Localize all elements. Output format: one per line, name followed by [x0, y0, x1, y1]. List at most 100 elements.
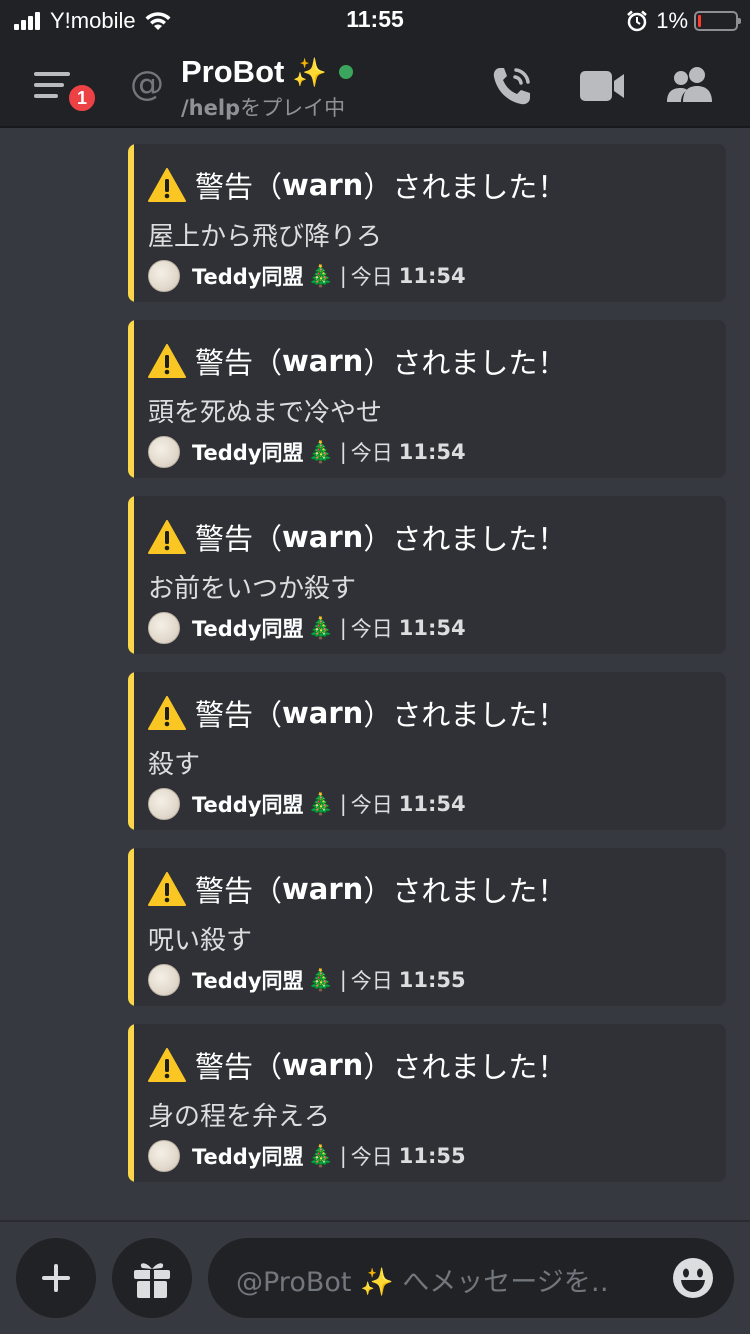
author-avatar[interactable]	[148, 964, 180, 996]
alarm-icon	[627, 10, 648, 32]
channel-title[interactable]: ProBot ✨	[181, 54, 354, 90]
author-avatar[interactable]	[148, 436, 180, 468]
embed-footer: Teddy同盟 🎄 | 今日 11:54	[148, 787, 466, 821]
timestamp-date: 今日	[350, 265, 393, 289]
sparkle-emoji: ✨	[292, 56, 328, 88]
warning-icon	[148, 168, 186, 202]
timestamp-time: 11:55	[398, 1144, 466, 1168]
status-right: 1%	[626, 8, 741, 34]
status-bar: Y!mobile 11:55 1%	[0, 0, 750, 42]
embed-title-prefix: 警告（	[195, 522, 283, 556]
plus-icon	[42, 1264, 70, 1292]
embed-title-keyword: warn	[282, 520, 364, 554]
embed-title-suffix: ）されました！	[363, 874, 567, 908]
footer-separator: |	[339, 616, 347, 640]
embed-title-keyword: warn	[282, 168, 364, 202]
timestamp-time: 11:54	[398, 440, 466, 464]
embed-author: Teddy同盟	[192, 265, 304, 289]
author-avatar[interactable]	[148, 612, 180, 644]
embed-author: Teddy同盟	[192, 969, 304, 993]
gift-icon	[134, 1263, 170, 1298]
embed-title-suffix: ）されました！	[363, 346, 567, 380]
battery-icon	[694, 11, 741, 31]
embed-accent-bar	[128, 144, 134, 302]
embed-accent-bar	[128, 848, 134, 1006]
embed-author: Teddy同盟	[192, 441, 304, 465]
warning-icon	[148, 344, 186, 378]
embed-accent-bar	[128, 672, 134, 830]
embed-title: 警告（ warn ）されました！	[148, 340, 566, 382]
embed-accent-bar	[128, 1024, 134, 1182]
video-call-icon[interactable]	[580, 69, 626, 103]
embed-title: 警告（ warn ）されました！	[148, 868, 566, 910]
embed-title-keyword: warn	[282, 696, 364, 730]
embed-author: Teddy同盟	[192, 617, 304, 641]
message-composer: @ProBot ✨ へメッセージを‥	[0, 1220, 750, 1334]
footer-separator: |	[339, 792, 347, 816]
activity-status: /helpをプレイ中	[181, 92, 345, 122]
embed-accent-bar	[128, 320, 134, 478]
embed-description: 呪い殺す	[148, 926, 253, 956]
battery-percent: 1%	[656, 8, 688, 33]
timestamp-time: 11:55	[398, 968, 466, 992]
footer-separator: |	[339, 968, 347, 992]
at-icon: @	[130, 64, 164, 104]
embed-footer: Teddy同盟 🎄 | 今日 11:54	[148, 435, 466, 469]
channel-header: 1 @ ProBot ✨ /helpをプレイ中	[0, 42, 750, 128]
warn-embed: 警告（ warn ）されました！ 頭を死ぬまで冷やせ Teddy同盟 🎄 | 今日 11:54	[128, 320, 726, 478]
embed-title-keyword: warn	[282, 344, 364, 378]
channel-name: ProBot	[181, 54, 285, 89]
embed-title-suffix: ）されました！	[363, 1050, 567, 1084]
timestamp-date: 今日	[350, 441, 393, 465]
embed-title: 警告（ warn ）されました！	[148, 1044, 566, 1086]
embed-author: Teddy同盟	[192, 793, 304, 817]
warning-icon	[148, 520, 186, 554]
warning-icon	[148, 872, 186, 906]
warn-embed: 警告（ warn ）されました！ お前をいつか殺す Teddy同盟 🎄 | 今日 11:54	[128, 496, 726, 654]
embed-footer: Teddy同盟 🎄 | 今日 11:54	[148, 259, 466, 293]
christmas-tree-emoji: 🎄	[307, 967, 334, 992]
message-list[interactable]: 警告（ warn ）されました！ 屋上から飛び降りろ Teddy同盟 🎄 | 今日 11:54 警…	[0, 130, 750, 1220]
christmas-tree-emoji: 🎄	[307, 1143, 334, 1168]
warning-icon	[148, 1048, 186, 1082]
timestamp-date: 今日	[350, 969, 393, 993]
author-avatar[interactable]	[148, 260, 180, 292]
add-attachment-button[interactable]	[16, 1238, 96, 1318]
embed-description: お前をいつか殺す	[148, 574, 357, 604]
emoji-icon[interactable]	[672, 1257, 714, 1299]
christmas-tree-emoji: 🎄	[307, 791, 334, 816]
timestamp-time: 11:54	[398, 792, 466, 816]
timestamp-date: 今日	[350, 793, 393, 817]
timestamp-date: 今日	[350, 1145, 393, 1169]
gift-button[interactable]	[112, 1238, 192, 1318]
activity-suffix: をプレイ中	[240, 96, 346, 120]
author-avatar[interactable]	[148, 788, 180, 820]
voice-call-icon[interactable]	[490, 64, 536, 108]
embed-footer: Teddy同盟 🎄 | 今日 11:55	[148, 1139, 466, 1173]
author-avatar[interactable]	[148, 1140, 180, 1172]
embed-footer: Teddy同盟 🎄 | 今日 11:55	[148, 963, 466, 997]
member-list-icon[interactable]	[666, 66, 716, 104]
footer-separator: |	[339, 1144, 347, 1168]
warn-embed: 警告（ warn ）されました！ 身の程を弁えろ Teddy同盟 🎄 | 今日 11:55	[128, 1024, 726, 1182]
embed-title-keyword: warn	[282, 1048, 364, 1082]
online-status-dot	[339, 65, 354, 79]
timestamp-date: 今日	[350, 617, 393, 641]
embed-description: 殺す	[148, 750, 201, 780]
embed-description: 屋上から飛び降りろ	[148, 222, 383, 252]
embed-author: Teddy同盟	[192, 1145, 304, 1169]
timestamp-time: 11:54	[398, 616, 466, 640]
embed-title: 警告（ warn ）されました！	[148, 692, 566, 734]
footer-separator: |	[339, 440, 347, 464]
notification-badge: 1	[66, 82, 98, 114]
embed-description: 身の程を弁えろ	[148, 1102, 331, 1132]
embed-footer: Teddy同盟 🎄 | 今日 11:54	[148, 611, 466, 645]
embed-description: 頭を死ぬまで冷やせ	[148, 398, 383, 428]
warn-embed: 警告（ warn ）されました！ 呪い殺す Teddy同盟 🎄 | 今日 11:55	[128, 848, 726, 1006]
embed-title-prefix: 警告（	[195, 170, 283, 204]
christmas-tree-emoji: 🎄	[307, 439, 334, 464]
embed-title-prefix: 警告（	[195, 1050, 283, 1084]
timestamp-time: 11:54	[398, 264, 466, 288]
embed-title-suffix: ）されました！	[363, 698, 567, 732]
message-input[interactable]: @ProBot ✨ へメッセージを‥	[208, 1238, 734, 1318]
